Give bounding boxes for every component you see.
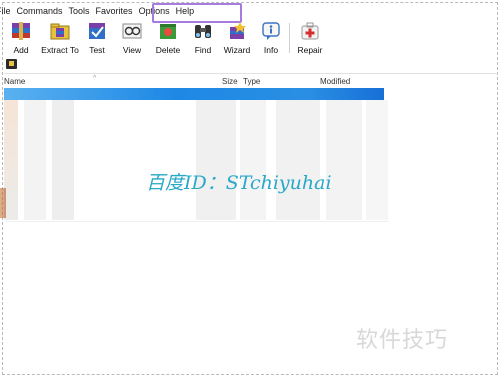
view-button[interactable]: View <box>120 19 144 57</box>
wizard-icon <box>226 20 248 42</box>
column-name[interactable]: Name <box>4 76 25 87</box>
column-type[interactable]: Type <box>243 76 260 87</box>
info-button[interactable]: Info <box>261 19 281 57</box>
sort-arrow-icon: ^ <box>93 75 97 82</box>
file-row-blur <box>4 100 18 220</box>
path-bar <box>4 59 500 71</box>
info-label: Info <box>263 45 279 55</box>
extract-to-icon <box>49 20 71 42</box>
test-icon <box>86 20 108 42</box>
add-label: Add <box>13 45 29 55</box>
info-icon <box>260 20 282 42</box>
find-label: Find <box>194 45 212 55</box>
file-list-header: Name ^ Size Type Modified <box>4 75 384 87</box>
test-button[interactable]: Test <box>86 19 108 57</box>
file-row-blur <box>24 100 46 220</box>
menu-favorites[interactable]: Favorites <box>93 4 136 18</box>
delete-button[interactable]: Delete <box>154 19 182 57</box>
wizard-label: Wizard <box>223 45 251 55</box>
wizard-button[interactable]: Wizard <box>222 19 252 57</box>
file-row-blur <box>196 100 236 220</box>
repair-button[interactable]: Repair <box>296 19 324 57</box>
add-archive-icon <box>10 20 32 42</box>
view-label: View <box>122 45 142 55</box>
extract-to-label: Extract To <box>41 45 79 55</box>
file-list <box>4 100 389 220</box>
selected-row[interactable] <box>4 88 384 100</box>
repair-label: Repair <box>297 45 323 55</box>
toolbar-divider <box>4 73 498 74</box>
menu-commands[interactable]: Commands <box>14 4 66 18</box>
find-icon <box>192 20 214 42</box>
repair-icon <box>299 20 321 42</box>
test-label: Test <box>89 45 105 55</box>
file-row-blur <box>276 100 320 220</box>
find-button[interactable]: Find <box>192 19 214 57</box>
column-size[interactable]: Size <box>222 76 238 87</box>
up-folder-icon[interactable] <box>6 59 17 69</box>
file-row-blur <box>52 100 74 220</box>
file-row-blur <box>326 100 362 220</box>
watermark-text: 百度ID：STchiyuhai <box>146 172 332 194</box>
toolbar: Add Extract To Test View Delete Find Wiz… <box>0 19 500 57</box>
corner-watermark: 软件技巧 <box>356 328 449 353</box>
menu-help[interactable]: Help <box>173 4 198 18</box>
view-icon <box>121 20 143 42</box>
menu-tools[interactable]: Tools <box>66 4 93 18</box>
toolbar-separator <box>289 23 290 53</box>
file-list-bottom-line <box>4 221 389 222</box>
column-modified[interactable]: Modified <box>320 76 350 87</box>
add-button[interactable]: Add <box>8 19 34 57</box>
file-row-blur <box>366 100 388 220</box>
menu-bar: File Commands Tools Favorites Options He… <box>0 4 500 18</box>
extract-to-button[interactable]: Extract To <box>39 19 81 57</box>
delete-icon <box>157 20 179 42</box>
archive-icon-edge <box>0 188 6 218</box>
menu-options[interactable]: Options <box>136 4 173 18</box>
menu-file[interactable]: File <box>0 4 14 18</box>
file-row-blur <box>240 100 266 220</box>
delete-label: Delete <box>155 45 181 55</box>
